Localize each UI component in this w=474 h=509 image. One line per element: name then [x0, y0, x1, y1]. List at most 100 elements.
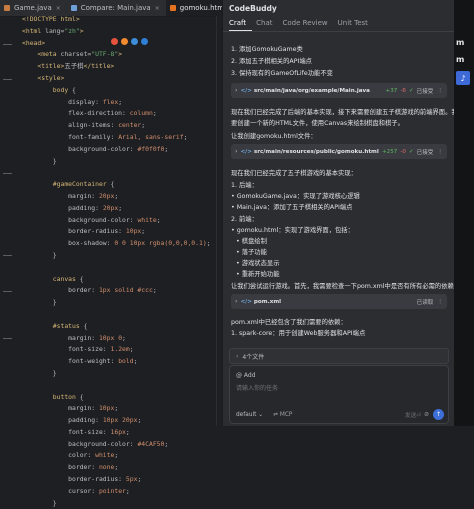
code-token: ; [206, 239, 211, 248]
code-token: white [137, 215, 157, 224]
code-line[interactable]: cursor: pointer; [22, 486, 222, 498]
code-line[interactable]: margin: 10px 0; [22, 333, 222, 345]
code-token: <html [22, 26, 46, 35]
code-line[interactable]: border-radius: 5px; [22, 474, 222, 486]
code-line[interactable]: align-items: center; [22, 120, 222, 132]
code-line[interactable]: padding: 10px 20px; [22, 415, 222, 427]
code-token: 1.2em [110, 345, 130, 354]
task-input[interactable]: 请输入你的任务 [236, 383, 278, 392]
code-token: } [22, 298, 57, 307]
plug-icon: ⇌ [273, 411, 278, 418]
assistant-icon: ♪ [460, 73, 466, 83]
mcp-button[interactable]: ⇌ MCP [273, 412, 292, 418]
code-line[interactable]: margin: 20px; [22, 191, 222, 203]
code-line[interactable]: <!DOCTYPE html> [22, 14, 222, 26]
input-toolbar: default ⌄ ⇌ MCP 发送⏎ ⊘ ↑ [230, 406, 448, 423]
message-text: 现在我们已经完成了五子棋游戏的基本实现： [231, 170, 357, 177]
code-token: #gameContainer [22, 180, 111, 189]
more-icon[interactable]: ⋮ [437, 299, 443, 305]
code-line[interactable] [22, 309, 222, 321]
tab-chat[interactable]: Chat [256, 19, 278, 31]
code-line[interactable]: <title>五子棋</title> [22, 61, 222, 73]
code-line[interactable]: font-size: 1.2em; [22, 344, 222, 356]
code-line[interactable]: font-size: 16px; [22, 427, 222, 439]
firefox-icon[interactable] [121, 38, 128, 45]
task-input-box[interactable]: @ Add 请输入你的任务 default ⌄ ⇌ MCP 发送⏎ ⊘ ↑ [229, 365, 449, 424]
code-area[interactable]: <!DOCTYPE html> <html lang="zh"> <head> <m… [22, 14, 222, 509]
code-token: border: [22, 463, 99, 472]
code-token: padding: [22, 416, 103, 425]
code-line[interactable]: padding: 20px; [22, 203, 222, 215]
message-text: 3. 保持现有的GameOfLife功能不变 [231, 70, 333, 77]
code-token: 10px [98, 404, 115, 413]
message-text: 1. 添加GomokuGame类 [231, 46, 303, 53]
close-icon[interactable]: × [56, 5, 61, 12]
compare-file-icon [70, 5, 77, 11]
message-text: 1. spark-core：用于创建Web服务器和API端点 [231, 330, 366, 337]
code-line[interactable]: border: none; [22, 462, 222, 474]
code-line[interactable] [22, 262, 222, 274]
code-token: ; [156, 215, 161, 224]
code-line[interactable]: margin: 10px; [22, 403, 222, 415]
code-line[interactable]: background-color: #4CAF50; [22, 439, 222, 451]
code-token: ; [114, 463, 119, 472]
code-line[interactable]: } [22, 498, 222, 509]
edge-icon[interactable] [141, 38, 148, 45]
attach-icon[interactable]: ⊘ [424, 412, 429, 418]
code-line[interactable]: body { [22, 85, 222, 97]
code-line[interactable]: button { [22, 392, 222, 404]
send-button[interactable]: ↑ [433, 409, 444, 420]
code-line[interactable]: font-family: Arial, sans-serif; [22, 132, 222, 144]
code-line[interactable]: <meta charset="UTF-8"> [22, 49, 222, 61]
code-editor[interactable]: Game.java × Compare: Main.java × gomoku.… [0, 0, 223, 507]
gutter-marker [3, 79, 12, 80]
safari-icon[interactable] [131, 38, 138, 45]
chevron-down-icon: ⌄ [258, 411, 264, 418]
code-line[interactable]: <html lang="zh"> [22, 26, 222, 38]
code-line[interactable]: flex-direction: column; [22, 108, 222, 120]
code-line[interactable]: border-radius: 10px; [22, 226, 222, 238]
code-token: 5px [125, 475, 138, 484]
tab-unit-test[interactable]: Unit Test [338, 19, 374, 31]
add-context-button[interactable]: @ Add [236, 372, 256, 379]
code-line[interactable]: canvas { [22, 274, 222, 286]
code-line[interactable]: #status { [22, 321, 222, 333]
tab-code-review[interactable]: Code Review [283, 19, 334, 31]
code-token: align-items: [22, 121, 119, 130]
code-line[interactable]: } [22, 368, 222, 380]
code-token: <!DOCTYPE html> [22, 15, 80, 23]
chrome-icon[interactable] [111, 38, 118, 45]
code-line[interactable]: } [22, 156, 222, 168]
close-icon[interactable]: × [155, 5, 160, 12]
tab-craft[interactable]: Craft [229, 19, 253, 31]
code-token: "UTF-8" [91, 50, 119, 59]
code-line[interactable]: background-color: white; [22, 215, 222, 227]
file-read-card[interactable]: › </> pom.xml 已读取 ⋮ [231, 294, 447, 309]
more-icon[interactable]: ⋮ [437, 88, 443, 94]
code-line[interactable]: } [22, 250, 222, 262]
code-line[interactable]: color: white; [22, 450, 222, 462]
code-line[interactable]: display: flex; [22, 97, 222, 109]
code-token: 1px solid #ccc [98, 286, 153, 295]
code-line[interactable]: } [22, 297, 222, 309]
code-token: } [22, 498, 57, 507]
file-change-card[interactable]: › </> src/main/resources/public/gomoku.h… [231, 144, 447, 159]
codebuddy-toggle-button[interactable]: ♪ [456, 71, 470, 85]
code-line[interactable]: box-shadow: 0 0 10px rgba(0,0,0,0.1); [22, 238, 222, 250]
check-icon: ✓ [408, 87, 414, 94]
code-line[interactable] [22, 167, 222, 179]
mcp-label: MCP [279, 411, 293, 418]
code-line[interactable]: background-color: #f0f0f0; [22, 144, 222, 156]
changed-files-toggle[interactable]: › 4个文件 [229, 348, 449, 364]
code-token: center [118, 121, 142, 130]
code-line[interactable] [22, 380, 222, 392]
code-token: ; [118, 97, 123, 106]
code-line[interactable]: font-weight: bold; [22, 356, 222, 368]
file-change-card[interactable]: › </> src/main/java/org/example/Main.jav… [231, 83, 447, 98]
code-line[interactable]: border: 1px solid #ccc; [22, 285, 222, 297]
model-selector[interactable]: default ⌄ [236, 412, 263, 418]
code-token: 10px [125, 227, 142, 236]
code-line[interactable]: <style> [22, 73, 222, 85]
code-line[interactable]: #gameContainer { [22, 179, 222, 191]
more-icon[interactable]: ⋮ [437, 149, 443, 155]
